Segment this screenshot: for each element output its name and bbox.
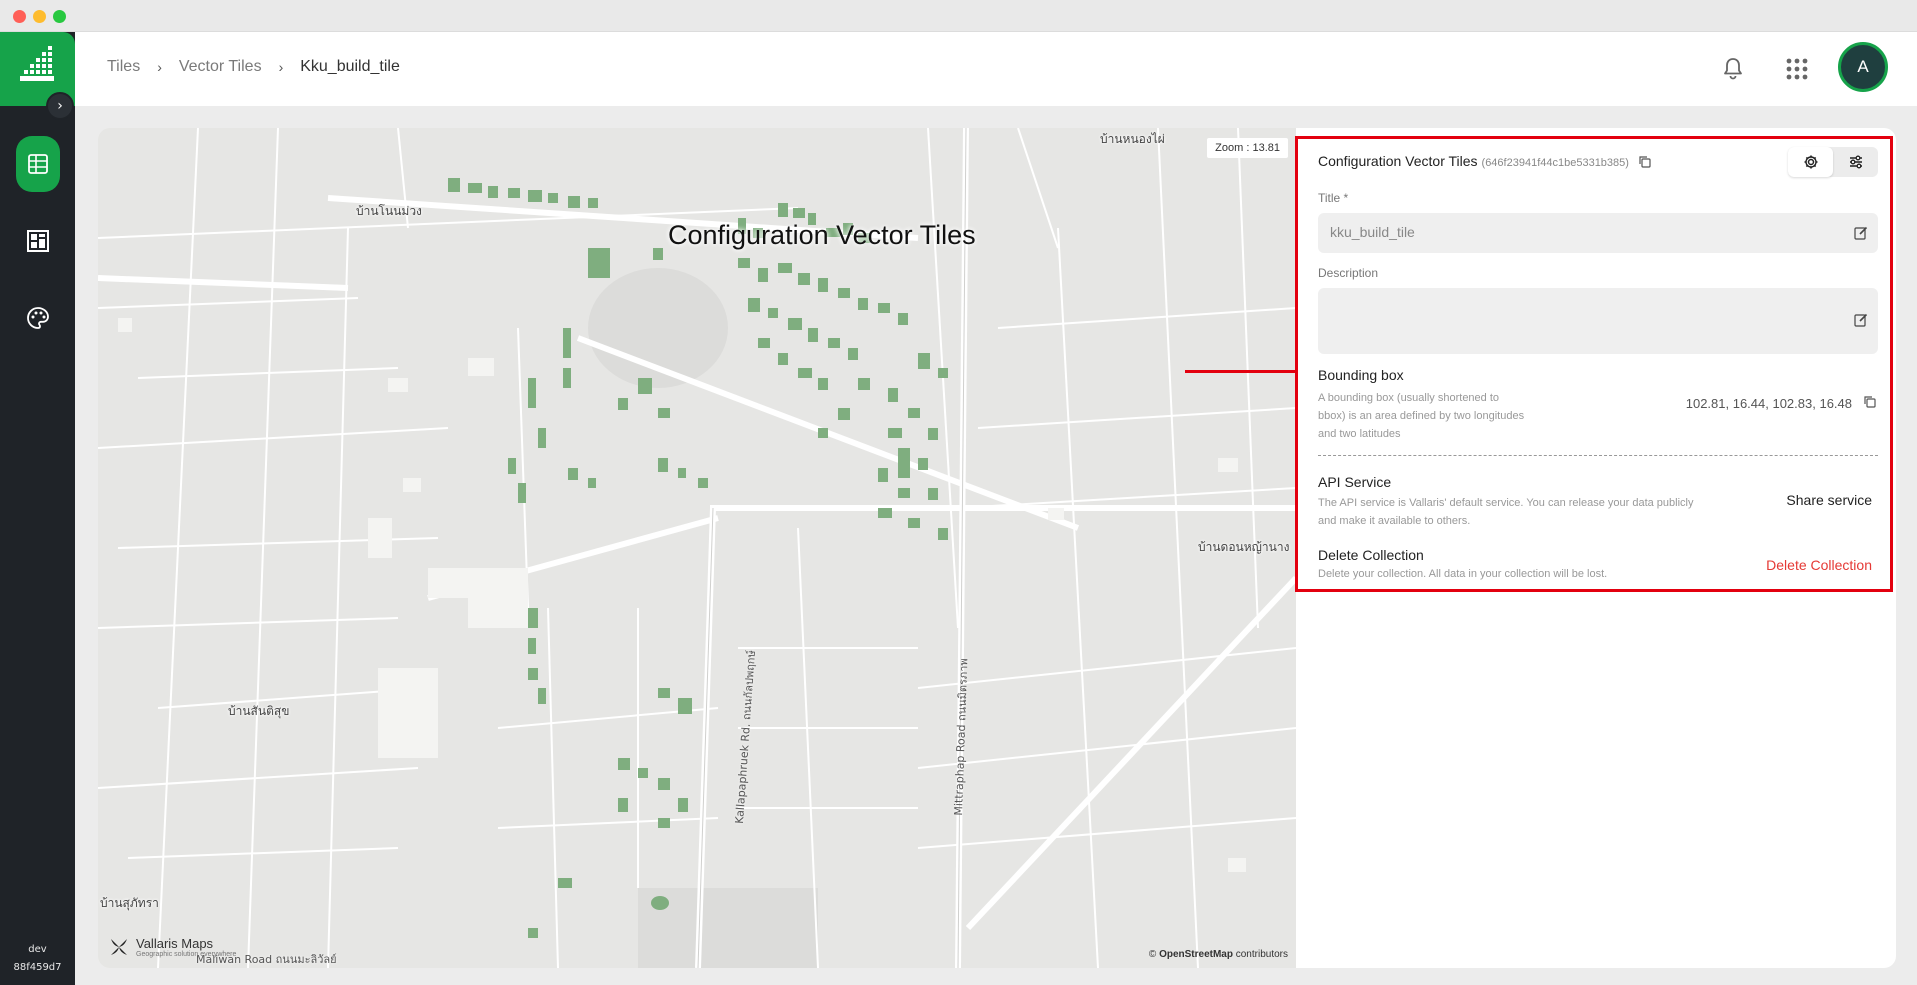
window-titlebar [0,0,1917,32]
sliders-icon [1849,155,1862,169]
breadcrumb-vector-tiles[interactable]: Vector Tiles [179,58,262,76]
map-view[interactable]: Zoom : 13.81 บ้านโนนม่วง บ้านหนองไผ่ บ้า… [98,128,1296,968]
sidebar-item-styles[interactable] [16,290,60,346]
apps-menu-button[interactable] [1780,52,1814,86]
section-divider [1318,455,1878,456]
map-brand-subtitle: Geographic solution everywhere [136,951,237,958]
top-header: Tiles › Vector Tiles › Kku_build_tile A [75,32,1917,106]
apps-grid-icon [1786,58,1808,80]
user-avatar[interactable]: A [1838,42,1888,92]
chevron-right-icon: › [57,98,63,114]
place-label: บ้านสุภัทรา [100,896,159,910]
annotation-label: Configuration Vector Tiles [668,220,976,250]
map-road-network [98,128,1296,968]
notifications-button[interactable] [1716,52,1750,86]
map-brand: Vallaris Maps Geographic solution everyw… [108,936,236,958]
filters-tab-button[interactable] [1833,147,1878,177]
bbox-value: 102.81, 16.44, 102.83, 16.48 [1685,396,1852,411]
breadcrumb: Tiles › Vector Tiles › Kku_build_tile [107,58,400,76]
api-service-description: The API service is Vallaris' default ser… [1318,497,1694,527]
delete-collection-title: Delete Collection [1318,547,1424,563]
api-service-title: API Service [1318,474,1392,490]
panel-title: Configuration Vector Tiles (646f23941f44c… [1318,153,1651,169]
zoom-level-badge: Zoom : 13.81 [1207,138,1288,158]
collection-id: (646f23941f44c1be5331b385) [1481,157,1629,169]
configuration-panel: Configuration Vector Tiles (646f23941f44c… [1295,136,1893,592]
osm-attribution-link[interactable]: OpenStreetMap [1159,949,1233,960]
description-field-label: Description [1318,266,1379,280]
window-maximize-button[interactable] [53,10,66,23]
copy-icon[interactable] [1639,156,1651,168]
place-label: บ้านหนองไผ่ [1100,132,1165,146]
map-attribution: © OpenStreetMap contributors [1149,949,1288,960]
env-label: dev [28,944,47,955]
settings-tab-button[interactable] [1788,147,1833,177]
chevron-right-icon: › [278,59,284,75]
bbox-title: Bounding box [1318,367,1404,383]
gear-icon [1804,155,1817,169]
breadcrumb-current: Kku_build_tile [300,58,400,75]
breadcrumb-tiles[interactable]: Tiles [107,58,140,76]
description-field[interactable] [1318,288,1878,354]
edit-icon[interactable] [1854,226,1868,240]
window-minimize-button[interactable] [33,10,46,23]
copy-icon[interactable] [1864,396,1876,408]
sidebar-item-dashboard[interactable] [16,213,60,269]
attribution-prefix: © [1148,949,1157,960]
chevron-right-icon: › [157,59,162,75]
window-close-button[interactable] [13,10,26,23]
sidebar-expand-button[interactable]: › [46,92,74,120]
map-brand-name: Vallaris Maps [136,936,214,951]
sidebar-item-vector-tiles[interactable] [16,136,60,192]
share-service-button[interactable]: Share service [1786,492,1872,508]
palette-icon [27,307,49,329]
vallaris-leaf-icon [111,939,127,955]
table-grid-icon [28,154,48,174]
place-label: บ้านสันติสุข [228,704,290,718]
grid-blocks-icon [27,230,49,252]
panel-view-toggle [1788,147,1878,177]
bbox-description: A bounding box (usually shortened to bbo… [1318,392,1525,440]
sidebar: › dev 88f459d7 [0,32,75,985]
delete-collection-description: Delete your collection. All data in your… [1318,568,1608,580]
annotation-pointer-line [1185,370,1295,373]
delete-collection-button[interactable]: Delete Collection [1766,557,1872,573]
build-hash-label: 88f459d7 [13,962,62,973]
place-label: บ้านดอนหญ้านาง [1198,540,1290,554]
title-field[interactable]: kku_build_tile [1318,213,1878,253]
bell-icon [1724,58,1742,80]
panel-title-text: Configuration Vector Tiles [1318,153,1478,169]
attribution-suffix: contributors [1235,949,1288,960]
title-field-value: kku_build_tile [1330,224,1415,240]
edit-icon[interactable] [1854,313,1868,327]
place-label: บ้านโนนม่วง [356,204,422,218]
title-field-label: Title * [1318,191,1349,205]
